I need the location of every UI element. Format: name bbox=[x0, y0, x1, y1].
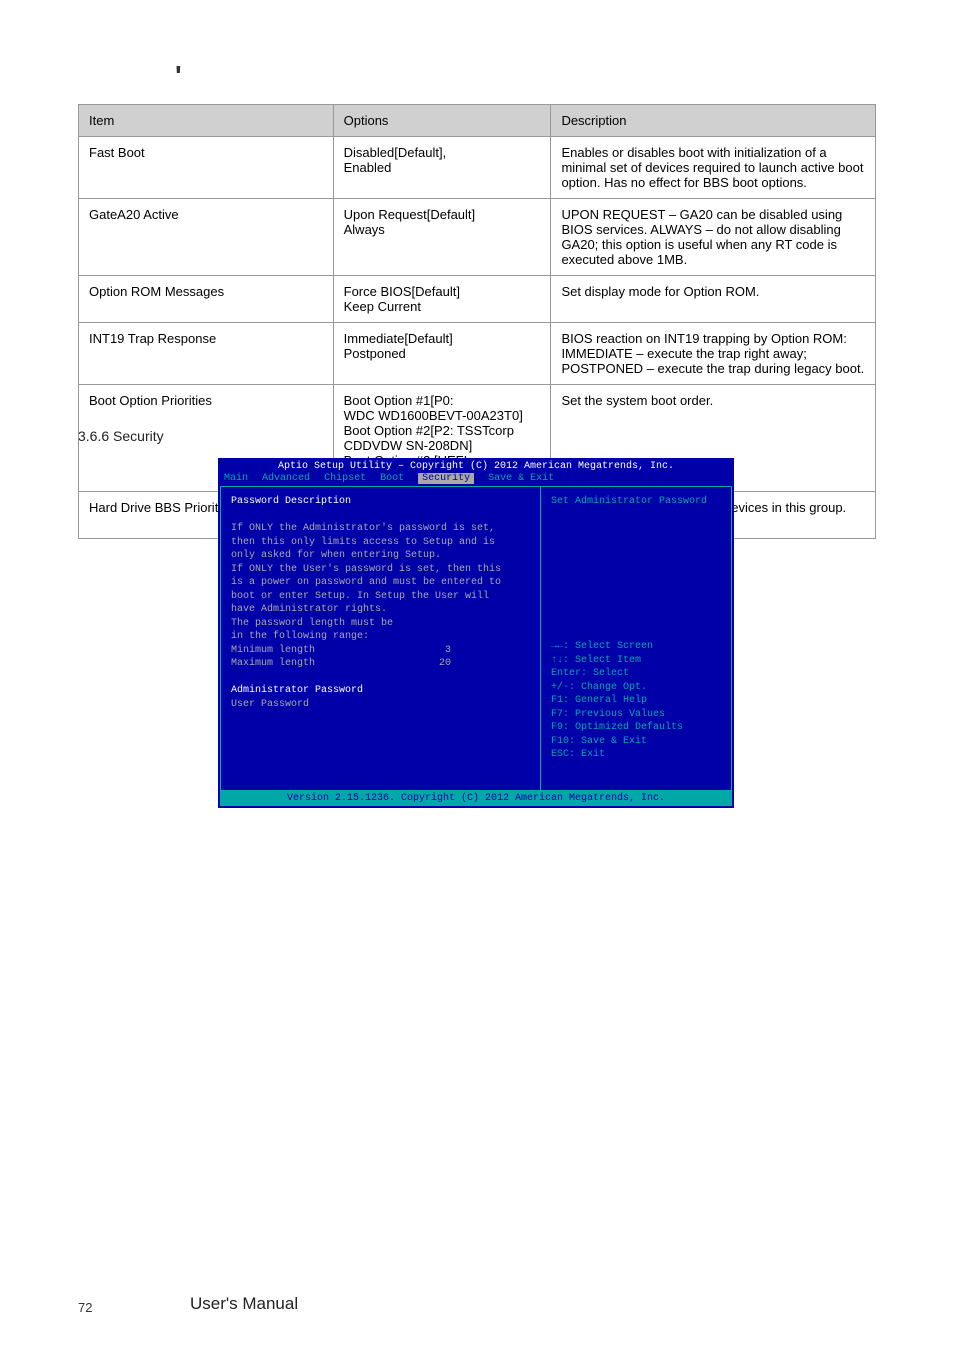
password-desc-body: If ONLY the Administrator's password is … bbox=[231, 522, 530, 644]
menu-main[interactable]: Main bbox=[224, 473, 248, 484]
help-bottom: →←: Select Screen ↑↓: Select Item Enter:… bbox=[551, 640, 721, 762]
bios-screenshot: Aptio Setup Utility – Copyright (C) 2012… bbox=[218, 458, 734, 808]
menu-security[interactable]: Security bbox=[418, 473, 474, 484]
help-top: Set Administrator Password bbox=[551, 495, 721, 640]
menu-save-exit[interactable]: Save & Exit bbox=[488, 473, 554, 484]
max-length-val: 20 bbox=[439, 657, 451, 671]
bios-right-panel: Set Administrator Password →←: Select Sc… bbox=[540, 486, 732, 791]
table-row: Option ROM Messages Force BIOS[Default] … bbox=[79, 276, 876, 323]
bios-footer: Version 2.15.1236. Copyright (C) 2012 Am… bbox=[220, 791, 732, 806]
table-row: GateA20 Active Upon Request[Default] Alw… bbox=[79, 199, 876, 276]
min-length-val: 3 bbox=[445, 644, 451, 658]
manual-label: User's Manual bbox=[190, 1294, 298, 1314]
admin-password-item[interactable]: Administrator Password bbox=[231, 684, 530, 698]
cell-options: Disabled[Default], Enabled bbox=[333, 137, 551, 199]
password-desc-heading: Password Description bbox=[231, 495, 530, 509]
page-number: 72 bbox=[78, 1300, 92, 1315]
user-password-item[interactable]: User Password bbox=[231, 698, 530, 712]
bios-left-panel: Password Description If ONLY the Adminis… bbox=[220, 486, 540, 791]
cell-options: Immediate[Default] Postponed bbox=[333, 323, 551, 385]
cell-item: GateA20 Active bbox=[79, 199, 334, 276]
bios-title: Aptio Setup Utility – Copyright (C) 2012… bbox=[220, 460, 732, 473]
header-description: Description bbox=[551, 105, 876, 137]
cell-item: Fast Boot bbox=[79, 137, 334, 199]
table-header-row: Item Options Description bbox=[79, 105, 876, 137]
product-header: ' bbox=[175, 60, 355, 92]
cell-desc: UPON REQUEST – GA20 can be disabled usin… bbox=[551, 199, 876, 276]
max-length-label: Maximum length bbox=[231, 657, 315, 671]
cell-options: Force BIOS[Default] Keep Current bbox=[333, 276, 551, 323]
section-heading: 3.6.6 Security bbox=[78, 428, 164, 444]
max-length-row: Maximum length 20 bbox=[231, 657, 451, 671]
cell-options: Upon Request[Default] Always bbox=[333, 199, 551, 276]
table-row: Fast Boot Disabled[Default], Enabled Ena… bbox=[79, 137, 876, 199]
menu-advanced[interactable]: Advanced bbox=[262, 473, 310, 484]
header-options: Options bbox=[333, 105, 551, 137]
cell-desc: BIOS reaction on INT19 trapping by Optio… bbox=[551, 323, 876, 385]
min-length-label: Minimum length bbox=[231, 644, 315, 658]
cell-item: INT19 Trap Response bbox=[79, 323, 334, 385]
bios-menu-bar: Main Advanced Chipset Boot Security Save… bbox=[220, 473, 732, 486]
header-text: ' bbox=[175, 60, 182, 91]
bios-body: Password Description If ONLY the Adminis… bbox=[220, 486, 732, 791]
cell-item: Option ROM Messages bbox=[79, 276, 334, 323]
menu-boot[interactable]: Boot bbox=[380, 473, 404, 484]
min-length-row: Minimum length 3 bbox=[231, 644, 451, 658]
cell-desc: Set display mode for Option ROM. bbox=[551, 276, 876, 323]
table-row: INT19 Trap Response Immediate[Default] P… bbox=[79, 323, 876, 385]
cell-desc: Enables or disables boot with initializa… bbox=[551, 137, 876, 199]
header-item: Item bbox=[79, 105, 334, 137]
menu-chipset[interactable]: Chipset bbox=[324, 473, 366, 484]
